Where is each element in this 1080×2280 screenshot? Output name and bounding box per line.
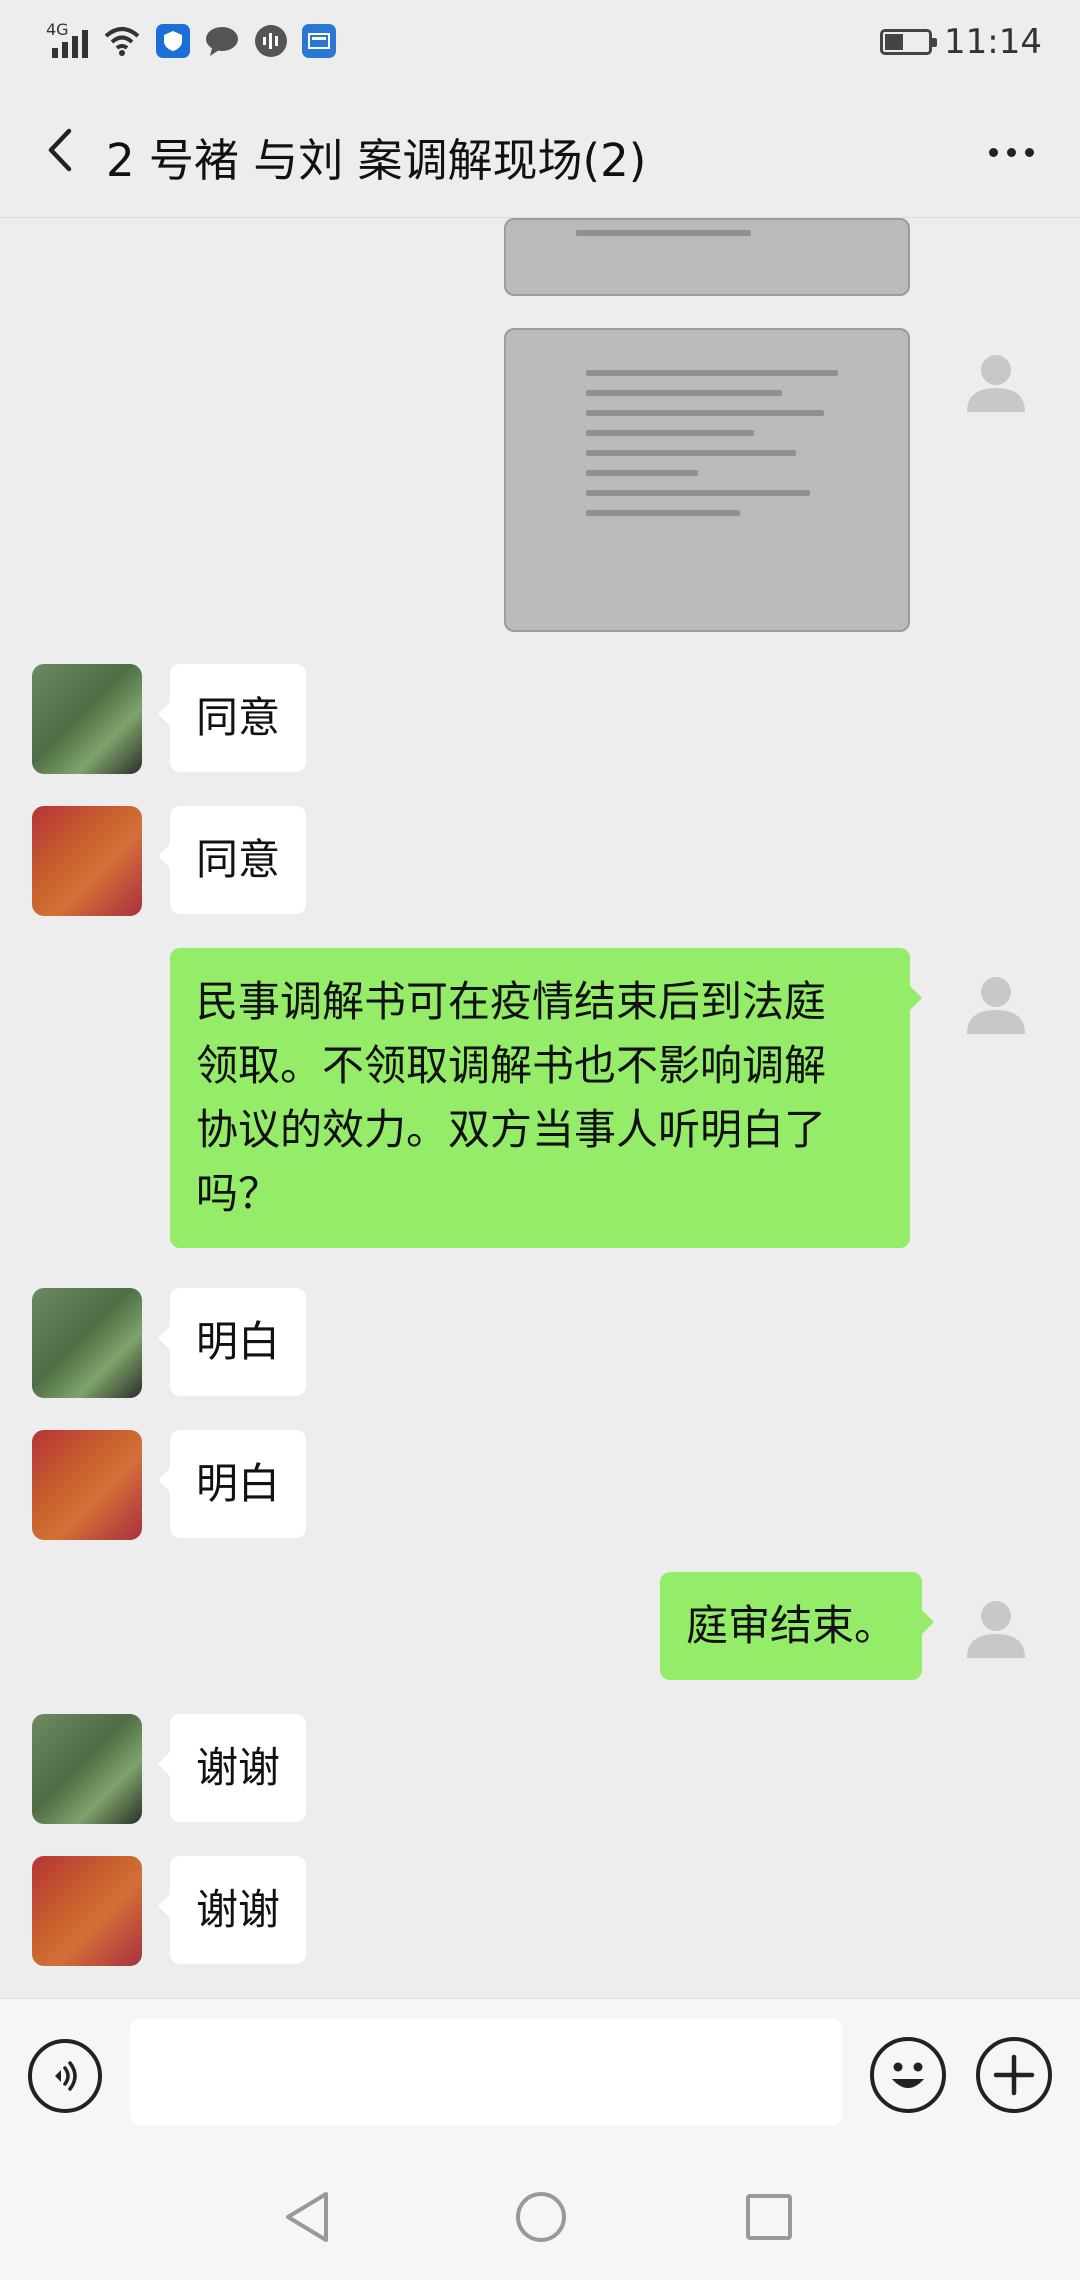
back-button[interactable] [30, 120, 90, 180]
voice-button[interactable] [28, 2039, 102, 2113]
input-bar [0, 1998, 1080, 2148]
chat-bubble-incoming: 明白 [157, 1430, 307, 1538]
wifi-icon [104, 27, 140, 56]
chat-bubble-incoming: 谢谢 [157, 1856, 307, 1964]
chat-bubble-outgoing: 民事调解书可在疫情结束后到法庭 领取。不领取调解书也不影响调解 协议的效力。双方… [170, 948, 922, 1248]
chevron-left-icon [48, 128, 72, 172]
more-button[interactable] [976, 122, 1046, 182]
chat-bubble-incoming: 同意 [157, 806, 307, 914]
message-line: 协议的效力。双方当事人听明白了 [196, 1105, 827, 1154]
status-bar: 4G 11:14 [0, 0, 1080, 90]
network-label: 4G [46, 20, 69, 39]
message-line: 领取。不领取调解书也不影响调解 [196, 1041, 827, 1090]
avatar[interactable] [32, 664, 142, 774]
shield-app-icon [156, 24, 190, 58]
nav-recent-button[interactable] [734, 2182, 804, 2252]
more-dots-icon [988, 147, 998, 157]
triangle-back-icon [286, 2192, 328, 2242]
chat-bubble-incoming: 明白 [157, 1288, 307, 1396]
audio-app-icon [255, 25, 287, 57]
chat-header: 2 号褚 与刘 案调解现场(2) [0, 90, 1080, 218]
status-left-icons: 4G [40, 20, 336, 58]
emoji-button[interactable] [870, 2037, 946, 2113]
avatar[interactable] [32, 806, 142, 916]
chat-title: 2 号褚 与刘 案调解现场(2) [106, 134, 647, 187]
battery-icon [880, 29, 938, 55]
avatar[interactable] [32, 1714, 142, 1824]
clock: 11:14 [944, 22, 1042, 62]
chat-bubble-incoming: 同意 [157, 664, 307, 772]
chat-notification-icon [206, 27, 238, 56]
plus-button[interactable] [976, 2037, 1052, 2113]
my-avatar[interactable] [963, 348, 1029, 414]
avatar[interactable] [32, 1288, 142, 1398]
avatar[interactable] [32, 1430, 142, 1540]
emoji-icon [892, 2062, 924, 2088]
circle-home-icon [516, 2192, 566, 2242]
status-right: 11:14 [880, 22, 1042, 62]
my-avatar[interactable] [963, 1594, 1029, 1660]
square-recent-icon [746, 2194, 792, 2240]
plus-icon [993, 2054, 1035, 2096]
message-line: 民事调解书可在疫情结束后到法庭 [196, 977, 827, 1026]
my-avatar[interactable] [963, 970, 1029, 1036]
image-message[interactable] [504, 328, 910, 632]
chat-bubble-incoming: 谢谢 [157, 1714, 307, 1822]
image-message[interactable] [504, 218, 910, 296]
message-input[interactable] [130, 2019, 842, 2125]
avatar[interactable] [32, 1856, 142, 1966]
signal-indicator: 4G [40, 20, 88, 58]
nav-back-button[interactable] [272, 2182, 342, 2252]
message-line: 吗？ [196, 1169, 281, 1218]
news-app-icon [302, 24, 336, 58]
chat-bubble-outgoing: 庭审结束。 [660, 1572, 935, 1680]
nav-home-button[interactable] [506, 2182, 576, 2252]
system-nav-bar [0, 2148, 1080, 2280]
voice-icon [55, 2061, 77, 2091]
